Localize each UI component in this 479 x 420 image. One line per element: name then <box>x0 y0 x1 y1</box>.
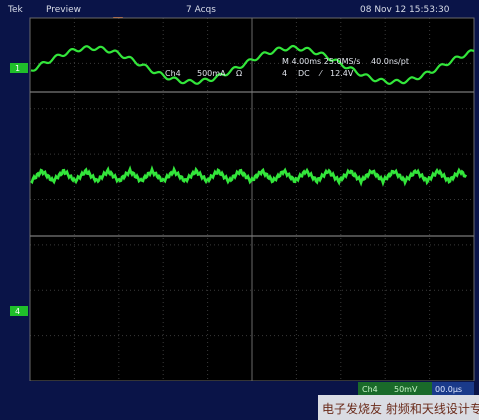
ch1-marker[interactable]: 1 <box>10 63 28 73</box>
oscilloscope-screen: Tek Preview 7 Acqs 08 Nov 12 15:53:30 1 … <box>0 0 479 420</box>
brand-label: Tek <box>7 5 24 15</box>
mode-label: Preview <box>46 5 81 15</box>
watermark-text: 电子发烧友 射频和天线设计专家 <box>322 401 479 416</box>
trigger-level-readout: 12.4V <box>330 69 354 78</box>
timebase-readout: M 4.00ms 25.0MS/s <box>282 57 360 66</box>
datetime-label: 08 Nov 12 15:53:30 <box>360 5 450 15</box>
ch4-scale-unit: Ω <box>236 69 242 78</box>
svg-text:1: 1 <box>15 64 20 73</box>
ch4-readout-value: 50mV <box>394 385 418 394</box>
offset-readout-value: 00.0µs <box>435 385 462 394</box>
trigger-channel-readout: 4 <box>282 69 287 78</box>
record-length-readout: 40.0ns/pt <box>371 57 409 66</box>
ch4-readout-label: Ch4 <box>362 385 378 394</box>
svg-text:4: 4 <box>15 307 20 316</box>
ch4-scale-name: Ch4 <box>165 69 181 78</box>
acquisition-count: 7 Acqs <box>186 5 216 15</box>
ch4-scale-value: 500mA <box>197 69 226 78</box>
ch4-marker[interactable]: 4 <box>10 306 28 316</box>
trigger-source-readout: DC <box>298 69 310 78</box>
